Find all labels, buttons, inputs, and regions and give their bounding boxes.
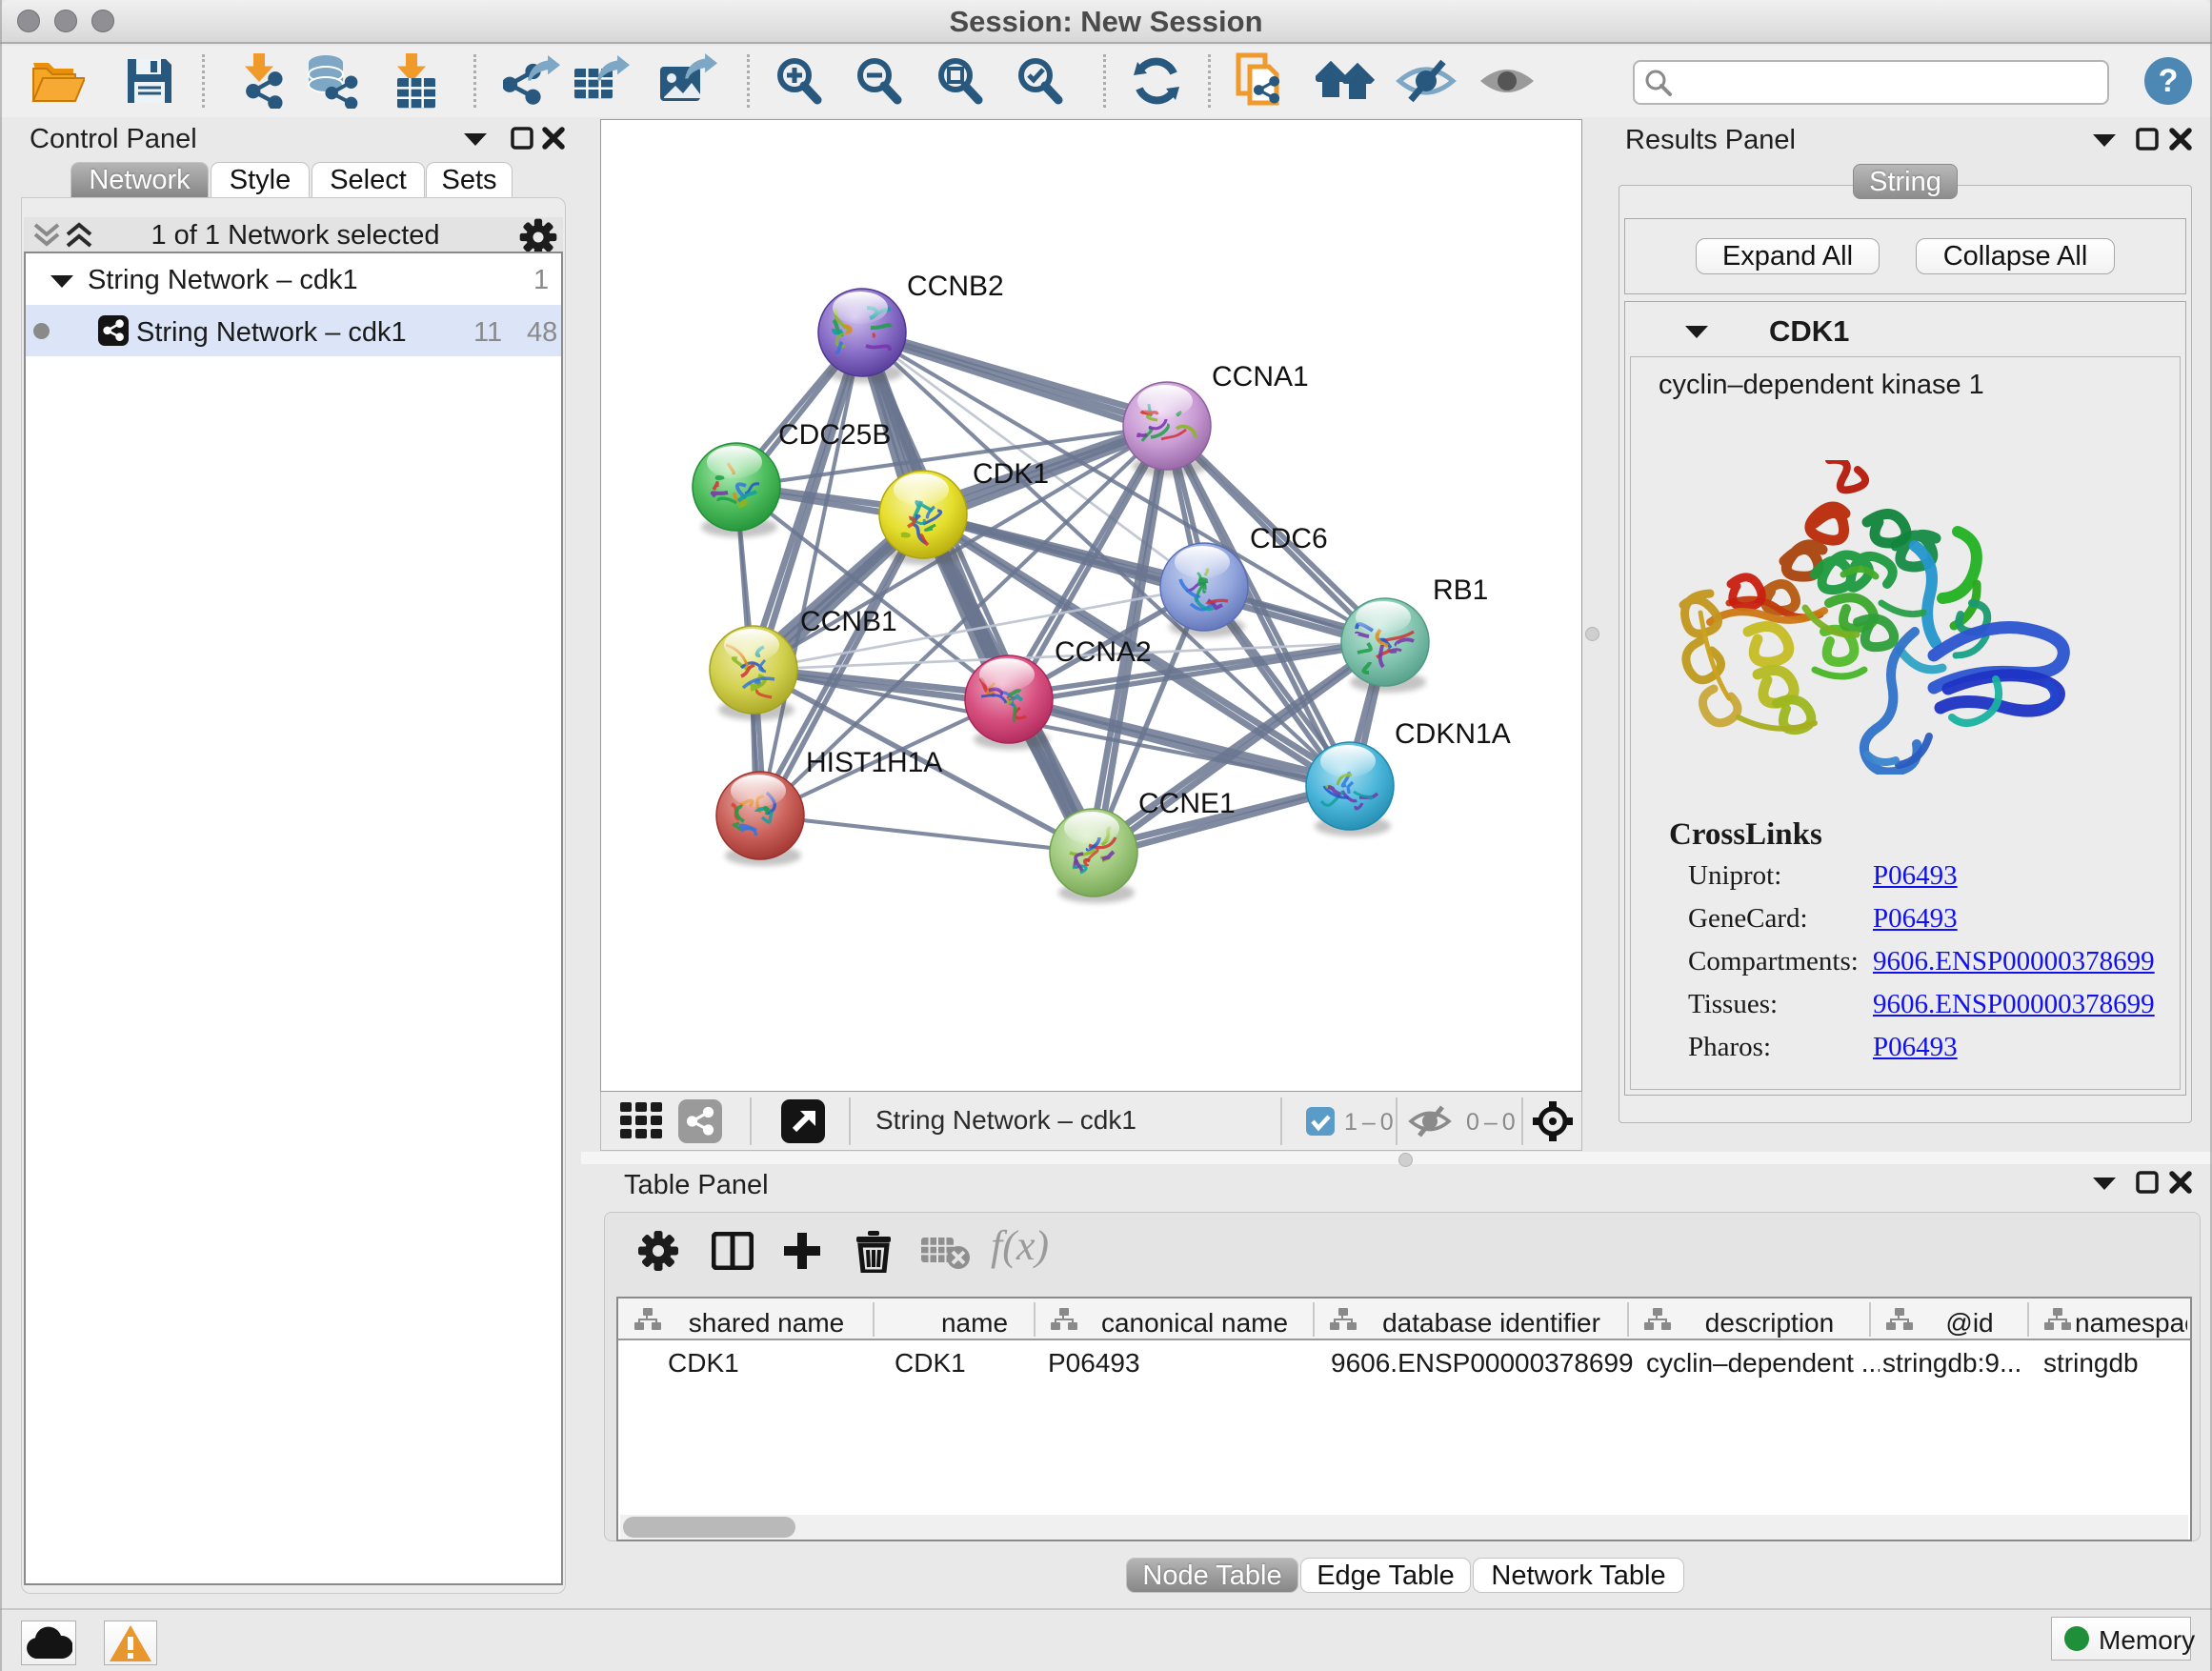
svg-text:CDC6: CDC6 (1250, 523, 1328, 554)
svg-text:CCNA1: CCNA1 (1212, 361, 1309, 393)
svg-text:CCNE1: CCNE1 (1138, 788, 1236, 819)
svg-text:RB1: RB1 (1433, 574, 1488, 606)
svg-text:CDC25B: CDC25B (778, 419, 891, 451)
svg-text:CCNB2: CCNB2 (907, 271, 1004, 302)
svg-text:CDK1: CDK1 (973, 458, 1049, 490)
svg-text:CCNA2: CCNA2 (1055, 636, 1152, 668)
svg-text:CCNB1: CCNB1 (800, 606, 897, 637)
svg-text:CDKN1A: CDKN1A (1395, 718, 1511, 750)
svg-text:HIST1H1A: HIST1H1A (806, 747, 942, 778)
svg-text:?: ? (2159, 63, 2179, 99)
